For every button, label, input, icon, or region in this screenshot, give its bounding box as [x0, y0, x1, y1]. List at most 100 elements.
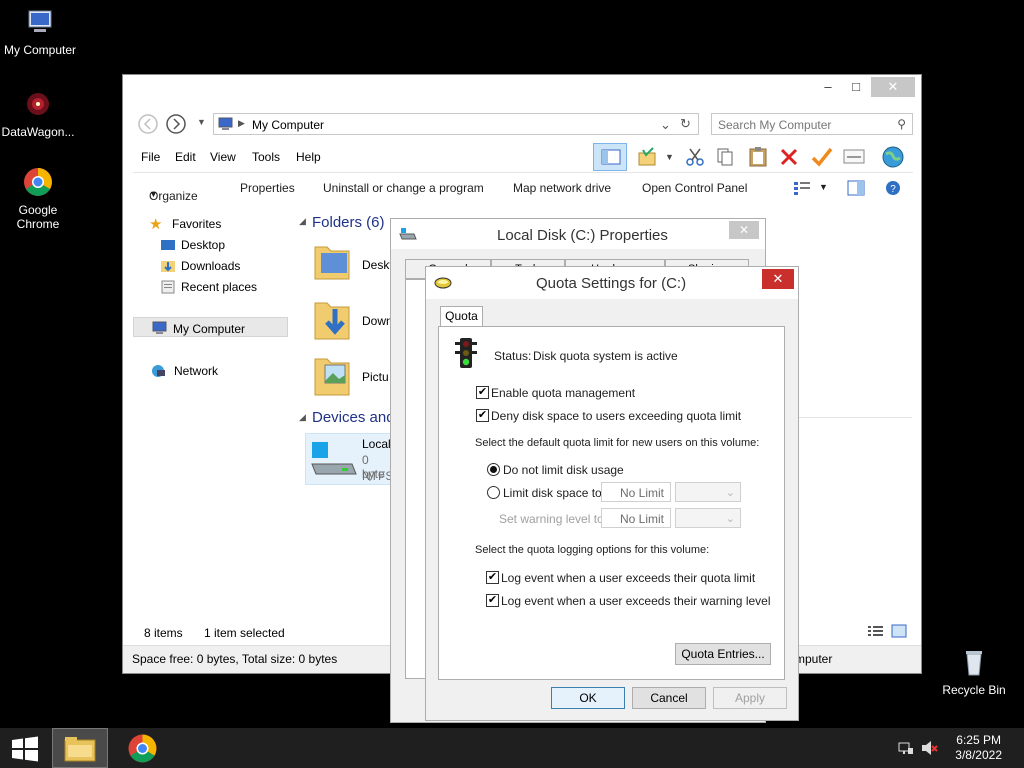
- quota-titlebar: Quota Settings for (C:) ✕: [426, 267, 798, 299]
- close-button[interactable]: ✕: [762, 269, 794, 289]
- devices-header[interactable]: Devices and: [312, 409, 395, 426]
- chrome-icon[interactable]: [127, 733, 158, 764]
- volume-muted-icon[interactable]: [921, 740, 939, 756]
- address-text: My Computer: [252, 118, 325, 132]
- properties-button[interactable]: Properties: [240, 181, 295, 195]
- map-network-drive-button[interactable]: Map network drive: [513, 181, 611, 195]
- enable-quota-checkbox[interactable]: ✔: [476, 386, 489, 399]
- chevron-down-icon[interactable]: ▼: [665, 152, 674, 162]
- nav-recent-places[interactable]: Recent places: [161, 280, 257, 294]
- taskbar-clock[interactable]: 6:25 PM 3/8/2022: [955, 733, 1002, 763]
- warning-unit-select[interactable]: ⌄: [675, 508, 741, 528]
- nav-desktop[interactable]: Desktop: [161, 238, 225, 252]
- limit-value-field[interactable]: No Limit: [601, 482, 671, 502]
- delete-icon[interactable]: [779, 147, 799, 167]
- properties-icon[interactable]: [843, 149, 865, 165]
- status-location: mputer: [795, 652, 833, 666]
- folder-item[interactable]: Deskt: [311, 239, 393, 289]
- clock-time: 6:25 PM: [956, 733, 1001, 747]
- command-bar: Organize ▼ Properties Uninstall or chang…: [133, 173, 913, 203]
- paste-icon[interactable]: [747, 145, 769, 167]
- limit-radio[interactable]: [487, 486, 500, 499]
- explorer-titlebar: – □ ✕: [123, 75, 921, 105]
- address-bar[interactable]: ▶ My Computer ⌄ ↻: [213, 113, 699, 135]
- deny-space-checkbox[interactable]: ✔: [476, 409, 489, 422]
- recent-pages-chevron-icon[interactable]: ▼: [197, 117, 206, 127]
- enable-quota-label: Enable quota management: [491, 386, 636, 400]
- collapse-icon[interactable]: ◢: [299, 216, 306, 227]
- star-icon: ★: [149, 216, 163, 233]
- uninstall-program-button[interactable]: Uninstall or change a program: [323, 181, 484, 195]
- network-icon: [152, 365, 165, 377]
- view-options-icon[interactable]: [793, 181, 811, 195]
- menu-tools[interactable]: Tools: [252, 150, 280, 164]
- preview-pane-icon[interactable]: [847, 180, 865, 196]
- open-control-panel-button[interactable]: Open Control Panel: [642, 181, 747, 195]
- dropdown-icon[interactable]: ⌄: [660, 117, 671, 133]
- close-button[interactable]: ✕: [871, 77, 915, 97]
- logging-heading: Select the quota logging options for thi…: [475, 544, 710, 556]
- nav-label: Downloads: [181, 259, 241, 273]
- nav-favorites[interactable]: ★ Favorites: [149, 216, 221, 233]
- search-input[interactable]: Search My Computer ⚲: [711, 113, 913, 135]
- desktop-icon-recycle-bin[interactable]: Recycle Bin: [934, 646, 1014, 697]
- desktop-icon-datawagon[interactable]: DataWagon...: [0, 88, 78, 139]
- desktop-icon-my-computer[interactable]: My Computer: [0, 6, 80, 57]
- log-quota-label: Log event when a user exceeds their quot…: [501, 571, 756, 585]
- forward-icon[interactable]: [165, 113, 187, 135]
- chrome-icon: [24, 168, 52, 196]
- properties-title: Local Disk (C:) Properties: [497, 227, 668, 244]
- menu-file[interactable]: File: [141, 150, 160, 164]
- cancel-button[interactable]: Cancel: [632, 687, 706, 709]
- menu-view[interactable]: View: [210, 150, 236, 164]
- minimize-button[interactable]: –: [815, 77, 841, 97]
- quota-entries-button[interactable]: Quota Entries...: [675, 643, 771, 665]
- cut-icon[interactable]: [685, 147, 705, 167]
- log-warning-checkbox[interactable]: ✔: [486, 594, 499, 607]
- layout-toggle-button[interactable]: [593, 143, 627, 171]
- warning-value-field[interactable]: No Limit: [601, 508, 671, 528]
- globe-icon[interactable]: [881, 145, 905, 169]
- copy-icon[interactable]: [715, 147, 735, 167]
- chevron-down-icon[interactable]: ▼: [819, 182, 828, 192]
- folder-item[interactable]: Down: [311, 295, 393, 345]
- limit-unit-select[interactable]: ⌄: [675, 482, 741, 502]
- menu-help[interactable]: Help: [296, 150, 321, 164]
- warning-label: Set warning level to: [499, 512, 604, 526]
- collapse-icon[interactable]: ◢: [299, 412, 306, 423]
- chevron-down-icon: ▼: [149, 189, 158, 199]
- desktop-icon-chrome[interactable]: Google Chrome: [0, 166, 78, 231]
- nav-downloads[interactable]: Downloads: [161, 259, 240, 273]
- menu-edit[interactable]: Edit: [175, 150, 196, 164]
- desktop-icon: [161, 240, 175, 250]
- chevron-down-icon: ⌄: [725, 487, 735, 499]
- folder-check-icon[interactable]: [637, 147, 657, 167]
- ok-button[interactable]: OK: [551, 687, 625, 709]
- quota-panel: Status: Disk quota system is active ✔ En…: [438, 326, 785, 680]
- back-icon[interactable]: [137, 113, 159, 135]
- windows-start-icon[interactable]: [11, 736, 39, 762]
- network-tray-icon[interactable]: [898, 740, 914, 756]
- no-limit-radio[interactable]: [487, 463, 500, 476]
- checkmark-icon[interactable]: [811, 147, 833, 167]
- refresh-icon[interactable]: ↻: [680, 116, 691, 132]
- maximize-button[interactable]: □: [843, 77, 869, 97]
- clock-date: 3/8/2022: [955, 748, 1002, 762]
- tab-quota[interactable]: Quota: [440, 306, 483, 327]
- deny-space-label: Deny disk space to users exceeding quota…: [491, 409, 742, 423]
- breadcrumb-separator-icon: ▶: [238, 118, 245, 128]
- nav-my-computer[interactable]: My Computer: [133, 317, 288, 337]
- nav-network[interactable]: Network: [151, 364, 218, 378]
- help-icon[interactable]: ?: [885, 180, 901, 196]
- local-disk-item[interactable]: Local 0 byte NTFS: [305, 433, 395, 485]
- close-button[interactable]: ✕: [729, 221, 759, 239]
- large-icons-view-icon[interactable]: [891, 624, 907, 638]
- drive-fs: NTFS: [362, 469, 394, 483]
- details-view-icon[interactable]: [868, 625, 884, 637]
- folder-item[interactable]: Pictu: [311, 351, 391, 401]
- folder-label: Pictu: [362, 370, 389, 384]
- log-quota-checkbox[interactable]: ✔: [486, 571, 499, 584]
- folders-header[interactable]: Folders (6): [312, 214, 385, 231]
- apply-button[interactable]: Apply: [713, 687, 787, 709]
- taskbar-explorer-button[interactable]: [52, 728, 108, 768]
